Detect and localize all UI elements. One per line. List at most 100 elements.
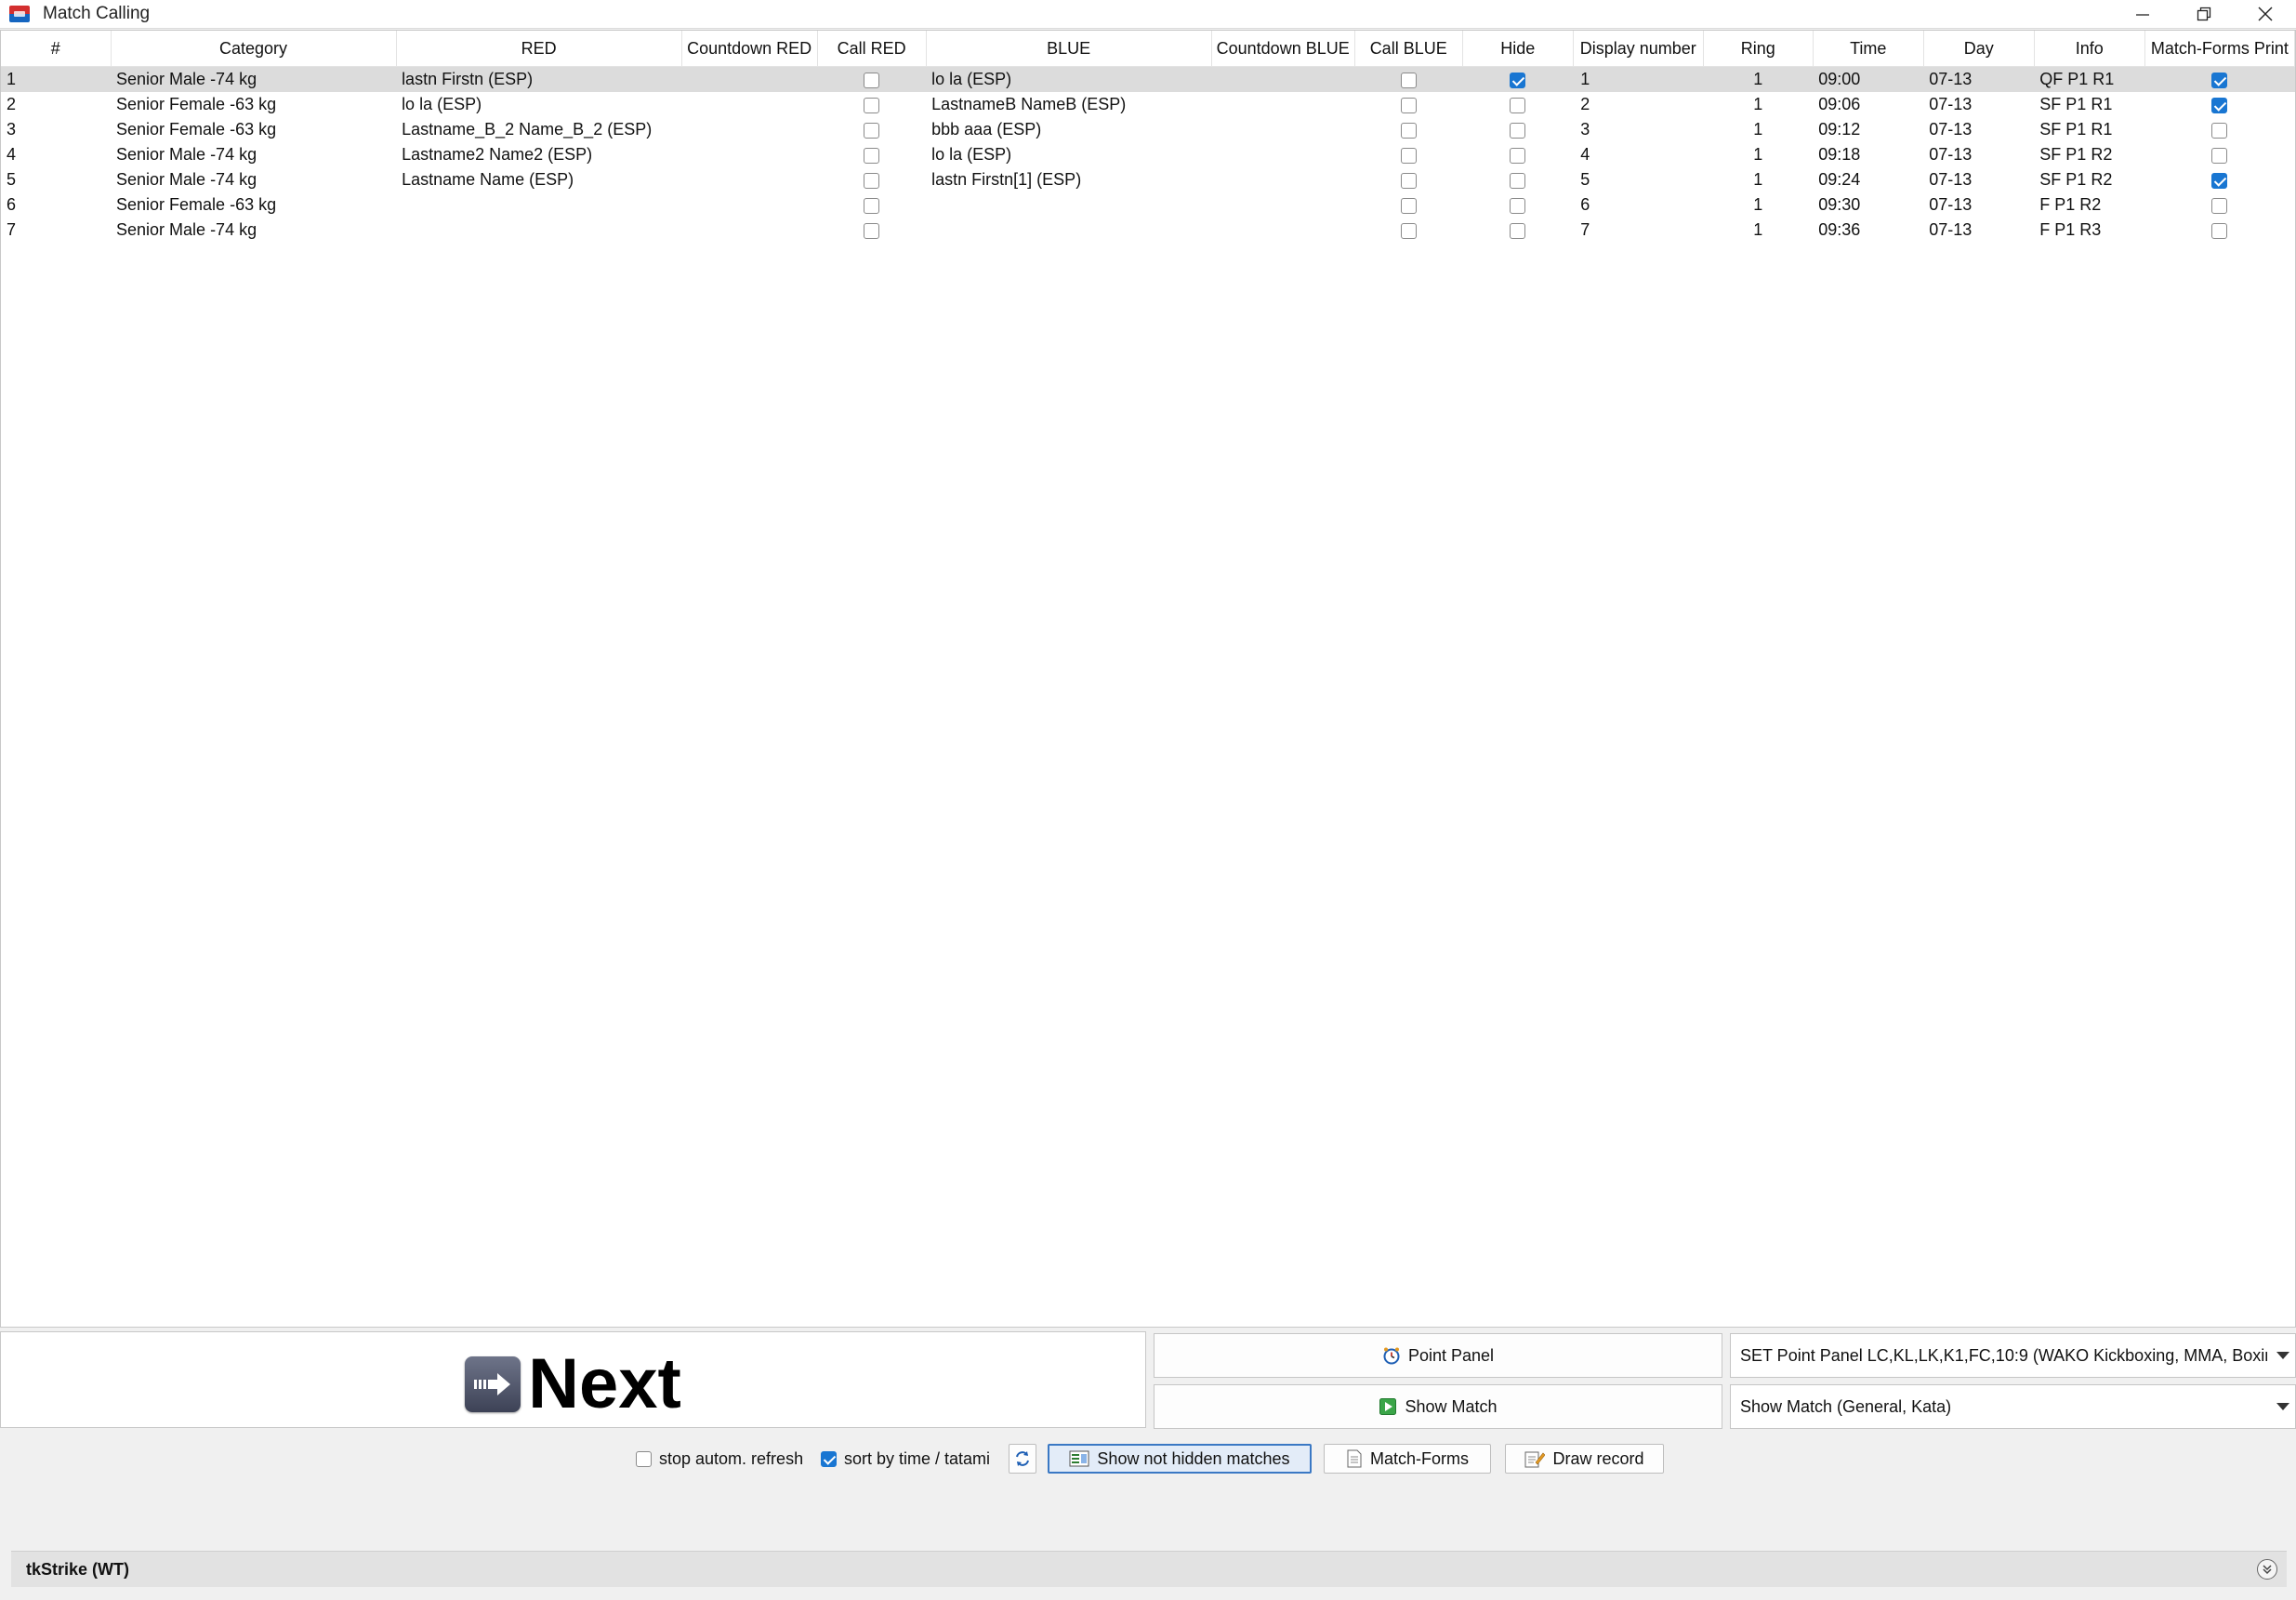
app-logo-icon (9, 6, 30, 22)
stop-refresh-box[interactable] (636, 1450, 652, 1467)
column-header[interactable]: # (1, 31, 112, 67)
call-red-checkbox[interactable] (864, 97, 880, 113)
show-match-button[interactable]: Show Match (1154, 1384, 1722, 1429)
double-chevron-down-icon[interactable] (2257, 1559, 2277, 1580)
restore-button[interactable] (2173, 0, 2235, 28)
column-header[interactable]: Call RED (817, 31, 927, 67)
time-cell: 09:36 (1818, 220, 1861, 239)
call-blue-checkbox-cell (1354, 142, 1462, 167)
match-forms-print-checkbox[interactable] (2211, 122, 2228, 139)
call-blue-checkbox[interactable] (1400, 222, 1417, 239)
match-grid[interactable]: # Category RED Countdown RED Call RED BLUE Cou… (0, 30, 2296, 1328)
ring-cell: 1 (1753, 220, 1763, 239)
blue-competitor-cell: lo la (ESP) (931, 145, 1012, 164)
point-panel-button[interactable]: Point Panel (1154, 1333, 1722, 1378)
column-header[interactable]: Info (2034, 31, 2145, 67)
table-row[interactable]: 7 Senior Male -74 kg 7 1 09:36 07-13 F P1 R3 (1, 218, 2295, 243)
hide-checkbox[interactable] (1510, 122, 1526, 139)
column-header[interactable]: RED (396, 31, 682, 67)
column-header[interactable]: Countdown BLUE (1211, 31, 1355, 67)
show-match-select[interactable]: Show Match (General, Kata) (1730, 1384, 2296, 1429)
call-red-checkbox[interactable] (864, 197, 880, 214)
column-header[interactable]: Hide (1462, 31, 1574, 67)
column-header[interactable]: Ring (1703, 31, 1814, 67)
call-blue-checkbox[interactable] (1400, 97, 1417, 113)
match-forms-print-checkbox[interactable] (2211, 172, 2228, 189)
call-red-checkbox[interactable] (864, 122, 880, 139)
call-blue-checkbox-cell (1354, 66, 1463, 92)
next-button[interactable]: Next (0, 1331, 1146, 1428)
draw-record-button[interactable]: Draw record (1505, 1444, 1664, 1474)
chevron-down-icon (2276, 1352, 2289, 1359)
match-forms-label: Match-Forms (1369, 1448, 1469, 1468)
hide-checkbox[interactable] (1510, 197, 1526, 214)
table-row[interactable]: 6 Senior Female -63 kg 6 1 09:30 07-13 F P1 R2 (1, 192, 2295, 218)
day-cell: 07-13 (1929, 95, 1973, 113)
call-red-checkbox[interactable] (864, 147, 880, 164)
match-forms-print-checkbox[interactable] (2211, 97, 2228, 113)
sort-box[interactable] (821, 1450, 837, 1467)
show-not-hidden-button[interactable]: Show not hidden matches (1048, 1444, 1312, 1474)
hide-checkbox[interactable] (1510, 147, 1526, 164)
refresh-button[interactable] (1009, 1444, 1036, 1474)
call-blue-checkbox[interactable] (1400, 72, 1417, 88)
match-forms-button[interactable]: Match-Forms (1324, 1444, 1491, 1474)
point-panel-select[interactable]: SET Point Panel LC,KL,LK,K1,FC,10:9 (WAK… (1730, 1333, 2296, 1378)
column-header[interactable]: Time (1813, 31, 1924, 67)
match-forms-print-checkbox-cell (2144, 218, 2294, 243)
info-cell: SF P1 R1 (2039, 95, 2113, 113)
display-number-cell: 5 (1580, 170, 1590, 189)
table-row[interactable]: 5 Senior Male -74 kg Lastname Name (ESP) la… (1, 167, 2295, 192)
match-forms-print-checkbox[interactable] (2211, 72, 2228, 88)
table-row[interactable]: 2 Senior Female -63 kg lo la (ESP) Lastname… (1, 92, 2295, 117)
call-blue-checkbox[interactable] (1400, 172, 1417, 189)
sort-checkbox[interactable]: sort by time / tatami (821, 1444, 990, 1474)
hide-checkbox[interactable] (1510, 72, 1526, 88)
info-cell: QF P1 R1 (2034, 66, 2145, 92)
countdown-red-cell (681, 92, 817, 117)
column-header[interactable]: Day (1923, 31, 2035, 67)
column-header[interactable]: Call BLUE (1354, 31, 1463, 67)
hide-checkbox-cell (1462, 167, 1573, 192)
call-blue-checkbox[interactable] (1400, 147, 1417, 164)
display-number-cell: 7 (1580, 220, 1590, 239)
hide-checkbox[interactable] (1510, 97, 1526, 113)
column-header[interactable]: Countdown RED (681, 31, 818, 67)
call-red-checkbox[interactable] (864, 222, 880, 239)
row-number: 2 (7, 95, 17, 113)
call-blue-checkbox[interactable] (1400, 122, 1417, 139)
category-cell: Senior Female -63 kg (116, 120, 277, 139)
close-button[interactable] (2235, 0, 2296, 28)
match-forms-print-checkbox[interactable] (2211, 197, 2228, 214)
countdown-red-cell (681, 167, 817, 192)
day-cell: 07-13 (1929, 220, 1973, 239)
day-cell: 07-13 (1929, 120, 1973, 139)
table-row[interactable]: 4 Senior Male -74 kg Lastname2 Name2 (ESP)… (1, 142, 2295, 167)
hide-checkbox-cell (1462, 192, 1573, 218)
table-row[interactable]: 3 Senior Female -63 kg Lastname_B_2 Name_B… (1, 117, 2295, 142)
column-header[interactable]: BLUE (926, 31, 1212, 67)
match-forms-print-checkbox[interactable] (2211, 222, 2228, 239)
call-blue-checkbox[interactable] (1400, 197, 1417, 214)
hide-checkbox[interactable] (1510, 222, 1526, 239)
match-forms-print-checkbox[interactable] (2211, 147, 2228, 164)
countdown-blue-cell (1211, 66, 1355, 92)
hide-checkbox[interactable] (1510, 172, 1526, 189)
table-row[interactable]: 1 Senior Male -74 kg lastn Firstn (ESP) lo … (1, 66, 2295, 92)
call-red-checkbox-cell (817, 167, 926, 192)
countdown-blue-cell (1211, 142, 1354, 167)
column-header[interactable]: Category (111, 31, 397, 67)
display-number-cell: 4 (1580, 145, 1590, 164)
call-blue-checkbox-cell (1354, 167, 1462, 192)
show-match-select-value: Show Match (General, Kata) (1740, 1396, 1952, 1416)
call-red-checkbox[interactable] (864, 172, 880, 189)
countdown-red-cell (681, 218, 817, 243)
time-cell: 09:12 (1818, 120, 1861, 139)
minimize-button[interactable] (2112, 0, 2173, 28)
match-forms-print-checkbox-cell (2144, 117, 2294, 142)
column-header[interactable]: Display number (1573, 31, 1704, 67)
stop-refresh-checkbox[interactable]: stop autom. refresh (636, 1444, 803, 1474)
row-number: 3 (7, 120, 17, 139)
column-header[interactable]: Match-Forms Print (2144, 31, 2296, 67)
call-red-checkbox[interactable] (864, 72, 880, 88)
